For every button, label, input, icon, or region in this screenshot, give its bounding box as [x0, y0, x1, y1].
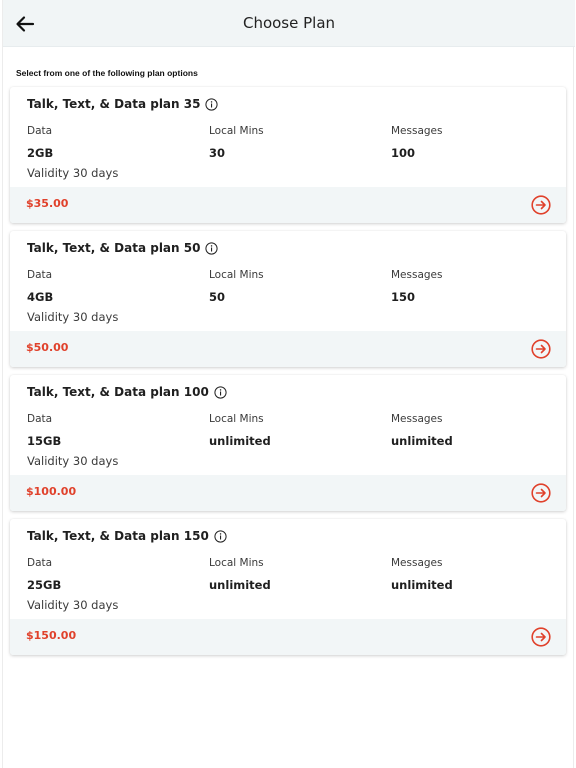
info-icon[interactable]: [214, 529, 227, 543]
validity-text: Validity 30 days: [27, 166, 119, 180]
info-icon[interactable]: [214, 385, 227, 399]
local-mins-label: Local Mins: [209, 557, 264, 569]
info-icon[interactable]: [205, 97, 219, 111]
local-mins-value: unlimited: [209, 578, 271, 592]
data-column: Data 25GB: [27, 557, 61, 592]
plan-footer: $100.00: [10, 475, 566, 511]
data-value: 2GB: [27, 146, 54, 160]
plan-price: $50.00: [26, 341, 69, 354]
messages-value: 150: [391, 290, 416, 304]
plan-price: $100.00: [26, 485, 77, 498]
local-mins-label: Local Mins: [209, 269, 264, 281]
local-mins-value: 30: [209, 146, 226, 160]
plan-footer: $50.00: [10, 331, 566, 367]
messages-column: Messages unlimited: [391, 413, 453, 448]
arrow-right-circle-icon[interactable]: [530, 482, 552, 504]
data-label: Data: [27, 413, 53, 425]
messages-value: 100: [391, 146, 416, 160]
plan-card[interactable]: Talk, Text, & Data plan 35 Data 2GB Loca…: [10, 87, 566, 223]
data-label: Data: [27, 125, 53, 137]
arrow-right-circle-icon[interactable]: [530, 626, 552, 648]
plan-title-text: Talk, Text, & Data plan 35: [27, 97, 201, 111]
plan-footer: $150.00: [10, 619, 566, 655]
plan-title: Talk, Text, & Data plan 150: [27, 529, 227, 543]
messages-label: Messages: [391, 413, 443, 425]
instructions-text: Select from one of the following plan op…: [16, 68, 198, 78]
plan-card[interactable]: Talk, Text, & Data plan 50 Data 4GB Loca…: [10, 231, 566, 367]
plan-price: $150.00: [26, 629, 77, 642]
messages-column: Messages 150: [391, 269, 443, 304]
plan-card[interactable]: Talk, Text, & Data plan 150 Data 25GB Lo…: [10, 519, 566, 655]
messages-column: Messages 100: [391, 125, 443, 160]
plan-price: $35.00: [26, 197, 69, 210]
messages-label: Messages: [391, 269, 443, 281]
data-column: Data 15GB: [27, 413, 61, 448]
local-mins-column: Local Mins 30: [209, 125, 264, 160]
data-value: 15GB: [27, 434, 62, 448]
local-mins-column: Local Mins 50: [209, 269, 264, 304]
messages-label: Messages: [391, 557, 443, 569]
data-value: 25GB: [27, 578, 62, 592]
data-column: Data 4GB: [27, 269, 53, 304]
data-label: Data: [27, 269, 53, 281]
local-mins-column: Local Mins unlimited: [209, 413, 271, 448]
messages-value: unlimited: [391, 578, 453, 592]
messages-column: Messages unlimited: [391, 557, 453, 592]
plan-card[interactable]: Talk, Text, & Data plan 100 Data 15GB Lo…: [10, 375, 566, 511]
plan-footer: $35.00: [10, 187, 566, 223]
plan-title: Talk, Text, & Data plan 35: [27, 97, 219, 111]
local-mins-column: Local Mins unlimited: [209, 557, 271, 592]
info-icon[interactable]: [205, 241, 219, 255]
local-mins-label: Local Mins: [209, 413, 264, 425]
local-mins-value: unlimited: [209, 434, 271, 448]
page-title: Choose Plan: [242, 14, 336, 32]
arrow-right-circle-icon[interactable]: [530, 338, 552, 360]
messages-value: unlimited: [391, 434, 453, 448]
header-bar: Choose Plan: [3, 0, 575, 47]
plan-title: Talk, Text, & Data plan 50: [27, 241, 219, 255]
plan-title-text: Talk, Text, & Data plan 100: [27, 385, 209, 399]
messages-label: Messages: [391, 125, 443, 137]
data-label: Data: [27, 557, 53, 569]
plan-title-text: Talk, Text, & Data plan 150: [27, 529, 209, 543]
data-value: 4GB: [27, 290, 54, 304]
plan-title: Talk, Text, & Data plan 100: [27, 385, 227, 399]
validity-text: Validity 30 days: [27, 310, 119, 324]
arrow-right-circle-icon[interactable]: [530, 194, 552, 216]
validity-text: Validity 30 days: [27, 454, 119, 468]
app-frame: Choose Plan Select from one of the follo…: [2, 0, 575, 768]
data-column: Data 2GB: [27, 125, 53, 160]
local-mins-value: 50: [209, 290, 226, 304]
validity-text: Validity 30 days: [27, 598, 119, 612]
plan-title-text: Talk, Text, & Data plan 50: [27, 241, 201, 255]
local-mins-label: Local Mins: [209, 125, 264, 137]
